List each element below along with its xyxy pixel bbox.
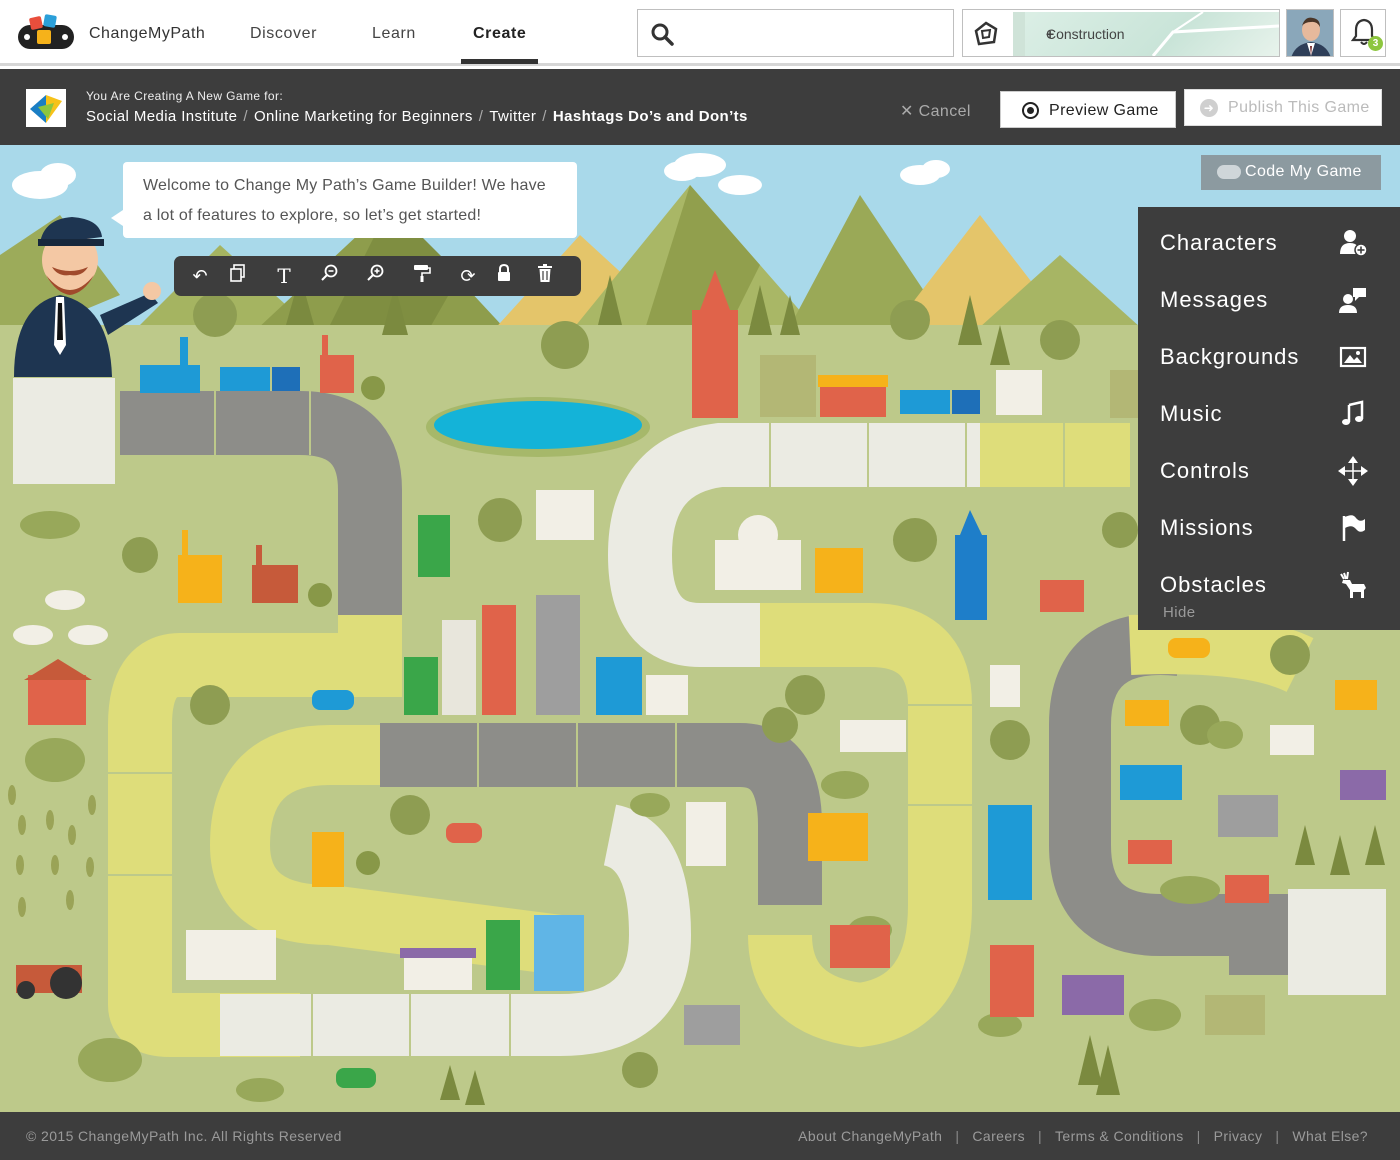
close-icon: ✕: [900, 103, 914, 120]
skyscraper-icon: [692, 310, 738, 418]
lock-icon[interactable]: [492, 263, 516, 288]
builder-side-menu: Characters Messages Backgrounds Music Co…: [1138, 207, 1400, 630]
breadcrumb-module[interactable]: Twitter: [489, 108, 536, 125]
edit-toolbar: ↶ T ⟳: [174, 256, 581, 296]
skyscraper-icon: [955, 535, 987, 620]
menu-missions[interactable]: Missions: [1138, 497, 1400, 554]
nav-discover[interactable]: Discover: [250, 25, 317, 43]
music-note-icon: [1342, 400, 1364, 425]
nav-create[interactable]: Create: [473, 25, 526, 43]
active-tab-indicator: [461, 59, 538, 64]
arrow-right-circle-icon: ➜: [1200, 99, 1218, 117]
breadcrumb: Social Media Institute / Online Marketing …: [86, 108, 748, 125]
publish-game-button[interactable]: ➜ Publish This Game: [1184, 89, 1382, 126]
footer-link-privacy[interactable]: Privacy: [1214, 1128, 1263, 1144]
footer-link-what-else[interactable]: What Else?: [1292, 1128, 1368, 1144]
cancel-button[interactable]: ✕ Cancel: [900, 101, 971, 121]
moose-icon: [1340, 571, 1366, 598]
menu-music[interactable]: Music: [1138, 383, 1400, 440]
add-icon[interactable]: +: [1046, 26, 1275, 56]
footer-link-careers[interactable]: Careers: [972, 1128, 1025, 1144]
refresh-icon[interactable]: ⟳: [456, 264, 480, 288]
undo-icon[interactable]: ↶: [188, 264, 212, 288]
breadcrumb-lesson: Hashtags Do’s and Don’ts: [552, 108, 748, 125]
flag-icon: [1342, 515, 1365, 541]
nav-learn[interactable]: Learn: [372, 25, 416, 43]
menu-backgrounds[interactable]: Backgrounds: [1138, 326, 1400, 383]
copy-icon[interactable]: [226, 264, 250, 288]
image-icon: [1339, 346, 1367, 368]
target-icon: [1022, 102, 1039, 119]
welcome-speech-bubble: Welcome to Change My Path’s Game Builder…: [111, 162, 577, 238]
copyright-text: © 2015 ChangeMyPath Inc. All Rights Rese…: [26, 1128, 342, 1144]
current-game-widget[interactable]: Construction +: [962, 9, 1280, 57]
gamepad-icon: [1217, 165, 1241, 179]
game-board-canvas[interactable]: Welcome to Change My Path’s Game Builder…: [0, 145, 1400, 1112]
text-icon[interactable]: T: [272, 264, 296, 288]
barn-icon: [28, 675, 86, 725]
add-user-icon: [1340, 230, 1368, 257]
user-avatar[interactable]: [1286, 9, 1334, 57]
changemypath-logo-icon[interactable]: [16, 12, 76, 52]
zoom-out-icon[interactable]: [318, 264, 342, 288]
brand-name[interactable]: ChangeMyPath: [89, 25, 205, 43]
user-message-icon: [1339, 288, 1366, 313]
menu-characters[interactable]: Characters: [1138, 212, 1400, 269]
breadcrumb-course[interactable]: Online Marketing for Beginners: [254, 108, 473, 125]
menu-controls[interactable]: Controls: [1138, 440, 1400, 497]
top-navigation: ChangeMyPath Discover Learn Create Const…: [0, 0, 1400, 66]
search-box[interactable]: [637, 9, 954, 57]
paint-roller-icon[interactable]: [410, 264, 434, 288]
footer-link-terms[interactable]: Terms & Conditions: [1055, 1128, 1184, 1144]
notifications-button[interactable]: 3: [1340, 9, 1386, 57]
game-thumbnail[interactable]: Construction +: [1013, 12, 1279, 56]
notification-count-badge: 3: [1368, 36, 1383, 51]
zoom-in-icon[interactable]: [364, 264, 388, 288]
footer: © 2015 ChangeMyPath Inc. All Rights Rese…: [0, 1112, 1400, 1160]
footer-link-about[interactable]: About ChangeMyPath: [798, 1128, 942, 1144]
menu-obstacles[interactable]: Obstacles: [1138, 554, 1400, 611]
preview-game-button[interactable]: Preview Game: [1000, 91, 1176, 128]
hide-menu-link[interactable]: Hide: [1163, 604, 1195, 621]
menu-messages[interactable]: Messages: [1138, 269, 1400, 326]
breadcrumb-organization[interactable]: Social Media Institute: [86, 108, 237, 125]
search-icon[interactable]: [650, 22, 674, 46]
move-arrows-icon: [1338, 456, 1368, 486]
institute-logo-icon: [26, 89, 66, 127]
code-my-game-button[interactable]: Code My Game: [1201, 155, 1381, 190]
game-creation-header: You Are Creating A New Game for: Social …: [0, 69, 1400, 145]
dice-icon: [974, 21, 998, 46]
creating-label: You Are Creating A New Game for:: [86, 89, 284, 103]
trash-icon[interactable]: [533, 264, 557, 288]
footer-links: About ChangeMyPath | Careers | Terms & Condi…: [798, 1128, 1368, 1144]
search-input[interactable]: [688, 18, 943, 48]
